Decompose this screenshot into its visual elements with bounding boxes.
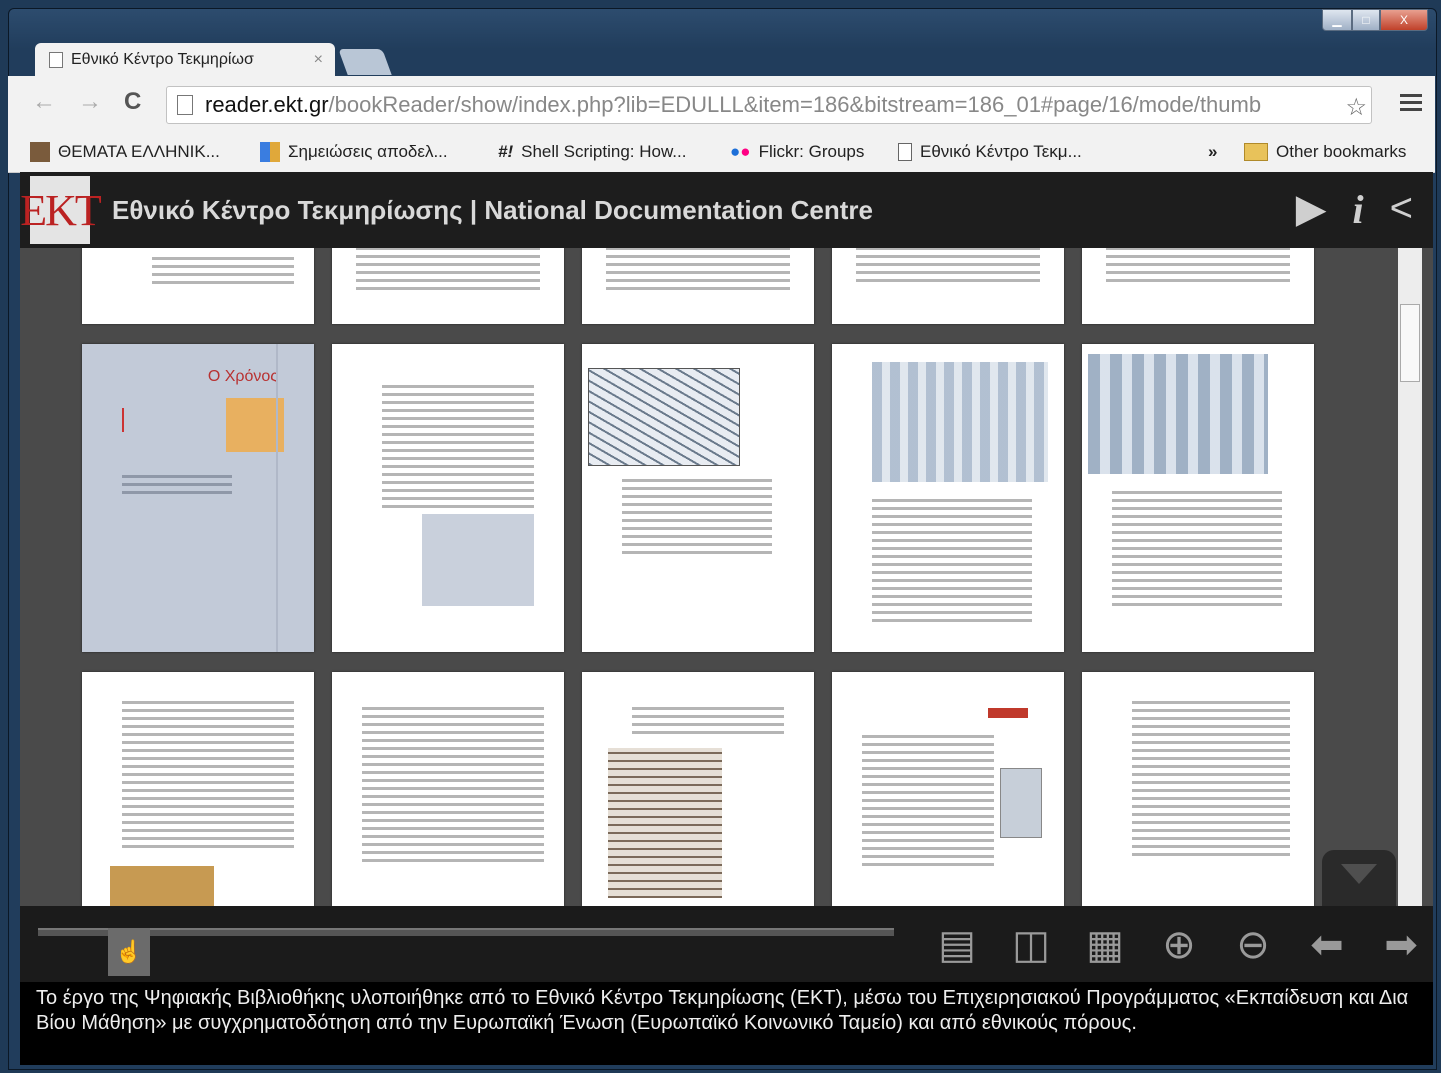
other-bookmarks-label: Other bookmarks	[1276, 142, 1407, 161]
forward-button[interactable]: →	[78, 88, 102, 116]
new-tab-button[interactable]	[338, 49, 392, 75]
page-thumbnail[interactable]	[82, 672, 314, 912]
fortress-illustration	[1088, 354, 1268, 474]
chapter-thumbnail[interactable]: Ο Χρόνος	[82, 344, 314, 652]
bookmark-item[interactable]: #! Shell Scripting: How...	[498, 142, 686, 162]
tab-ekt[interactable]: Εθνικό Κέντρο Τεκμηρίωσ ×	[35, 43, 335, 77]
bookmark-item[interactable]: Σημειώσεις αποδελ...	[260, 142, 448, 162]
info-icon[interactable]: i	[1353, 186, 1364, 233]
folder-icon	[1244, 143, 1268, 161]
page-slider[interactable]	[38, 928, 894, 936]
thumbnails-icon[interactable]: ▦	[1078, 918, 1132, 972]
close-window-button[interactable]: X	[1380, 9, 1428, 31]
page-icon	[177, 95, 193, 115]
other-bookmarks[interactable]: Other bookmarks	[1244, 142, 1406, 162]
share-icon[interactable]: <	[1390, 186, 1413, 233]
slider-handle[interactable]: ☝	[108, 928, 150, 976]
next-icon[interactable]: ➡	[1374, 918, 1428, 972]
scrollbar[interactable]	[1398, 248, 1422, 908]
bookmark-item[interactable]: ●● Flickr: Groups	[730, 142, 864, 162]
bookmark-item[interactable]: ΘΕΜΑΤΑ ΕΛΛΗΝΙΚ...	[30, 142, 220, 162]
toggle-navbar-button[interactable]	[1322, 850, 1396, 906]
decor-bar	[122, 408, 124, 432]
two-page-icon[interactable]: ◫	[1004, 918, 1058, 972]
bookmarks-overflow-button[interactable]: »	[1208, 142, 1217, 162]
chapter-title: Ο Χρόνος	[207, 368, 278, 385]
text-block	[122, 470, 232, 499]
back-button[interactable]: ←	[32, 88, 56, 116]
page-thumbnail[interactable]	[1082, 344, 1314, 652]
page-thumbnail[interactable]	[332, 344, 564, 652]
url-path: /bookReader/show/index.php?lib=EDULLL&it…	[328, 92, 1262, 117]
figure-image	[1000, 768, 1042, 838]
bookmark-label: Shell Scripting: How...	[521, 142, 687, 161]
bookmark-label: Flickr: Groups	[758, 142, 865, 161]
chrome-menu-icon[interactable]	[1400, 90, 1422, 115]
page-thumbnail[interactable]	[1082, 672, 1314, 912]
bookmarks-bar: ΘΕΜΑΤΑ ΕΛΛΗΝΙΚ... Σημειώσεις αποδελ... #…	[8, 136, 1435, 173]
reader-navbar: ☝ ▤ ◫ ▦ ⊕ ⊖ ⬅ ➡	[20, 906, 1433, 982]
page-icon	[49, 52, 63, 68]
triangle-down-icon	[1341, 864, 1377, 884]
one-page-icon[interactable]: ▤	[930, 918, 984, 972]
prev-icon[interactable]: ⬅	[1300, 918, 1354, 972]
book-reader: Ο Χρόνος EKT Εθνικό Κέντρο Τεκμηρίωσης |…	[20, 172, 1433, 1065]
address-bar[interactable]: reader.ekt.gr/bookReader/show/index.php?…	[166, 86, 1372, 124]
play-icon[interactable]: ▶	[1296, 186, 1327, 233]
city-illustration	[608, 748, 722, 898]
url-host: reader.ekt.gr	[205, 92, 329, 117]
tab-title: Εθνικό Κέντρο Τεκμηρίωσ	[71, 51, 254, 68]
hash-icon: #!	[498, 142, 514, 161]
minimize-button[interactable]: ▁	[1322, 9, 1352, 31]
bookmark-item[interactable]: Εθνικό Κέντρο Τεκμ...	[898, 142, 1082, 162]
bookmark-label: Εθνικό Κέντρο Τεκμ...	[920, 142, 1082, 161]
reload-button[interactable]: C	[124, 88, 141, 116]
tab-close-icon[interactable]: ×	[314, 51, 323, 69]
bookmark-star-icon[interactable]: ☆	[1345, 93, 1367, 122]
ekt-logo[interactable]: EKT	[20, 176, 102, 244]
page-thumbnail[interactable]	[832, 672, 1064, 912]
page-icon	[898, 143, 912, 161]
flickr-icon: ●●	[730, 142, 751, 161]
bookmark-label: Σημειώσεις αποδελ...	[288, 142, 448, 161]
castle-illustration	[872, 362, 1048, 482]
map-image	[422, 514, 534, 606]
bookmark-label: ΘΕΜΑΤΑ ΕΛΛΗΝΙΚ...	[58, 142, 220, 161]
map-image	[588, 368, 740, 466]
page-thumbnail[interactable]	[332, 672, 564, 912]
photo-icon	[30, 142, 50, 162]
chapter-tag	[988, 708, 1028, 718]
zoom-out-icon[interactable]: ⊖	[1226, 918, 1280, 972]
zoom-in-icon[interactable]: ⊕	[1152, 918, 1206, 972]
nav-icons: ▤ ◫ ▦ ⊕ ⊖ ⬅ ➡	[930, 918, 1428, 972]
divider	[276, 344, 278, 652]
page-thumbnail[interactable]	[582, 672, 814, 912]
reader-title: Εθνικό Κέντρο Τεκμηρίωσης | National Doc…	[112, 194, 873, 225]
funding-footer: Το έργο της Ψηφιακής Βιβλιοθήκης υλοποιή…	[20, 982, 1433, 1065]
page-thumbnail[interactable]	[832, 344, 1064, 652]
scrollbar-thumb[interactable]	[1400, 304, 1420, 382]
browser-toolbar: ← → C reader.ekt.gr/bookReader/show/inde…	[8, 76, 1435, 136]
maximize-button[interactable]: □	[1352, 9, 1380, 31]
reader-header: EKT Εθνικό Κέντρο Τεκμηρίωσης | National…	[20, 172, 1433, 248]
window-controls: ▁ □ X	[1322, 9, 1428, 31]
page-thumbnail[interactable]	[582, 344, 814, 652]
header-icons: ▶ i <	[1296, 186, 1413, 233]
puzzle-icon	[260, 142, 280, 162]
